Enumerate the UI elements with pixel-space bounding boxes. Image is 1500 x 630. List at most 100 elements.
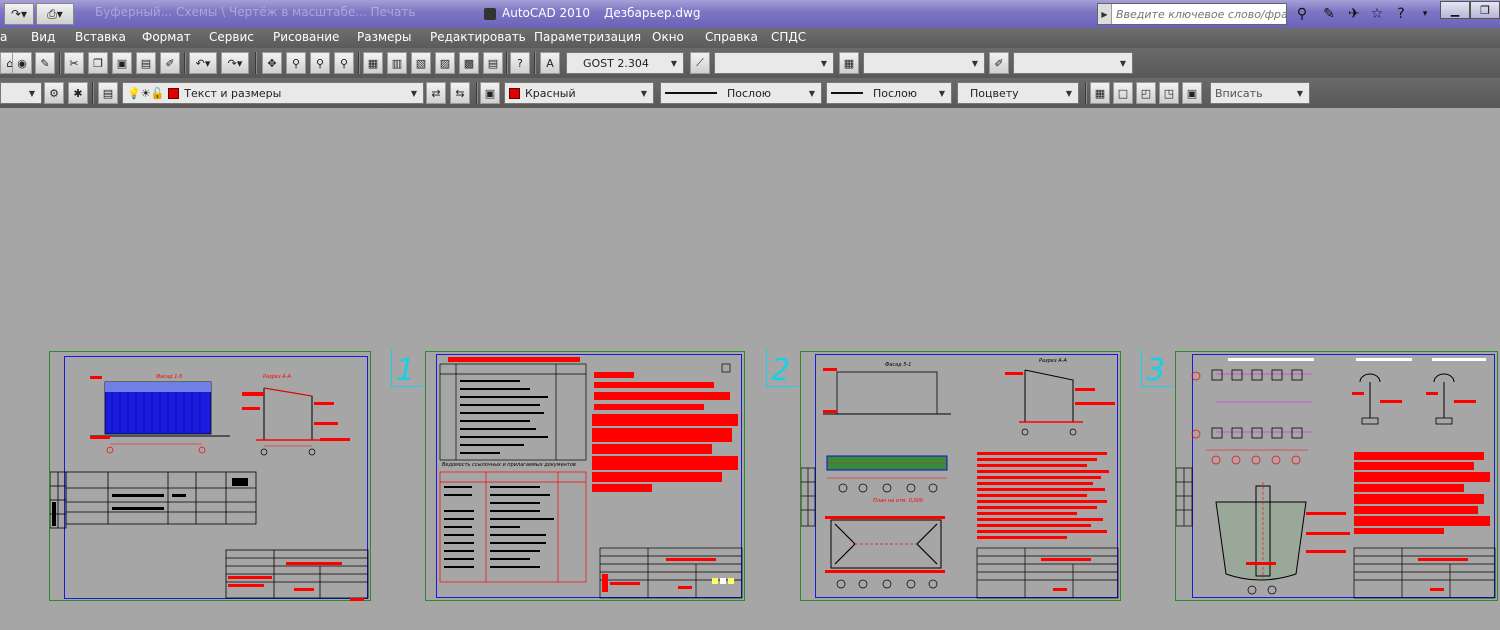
match-properties-icon[interactable]: ✐ — [160, 52, 180, 74]
sheet-0[interactable]: Фасад 1-5 Разрез A-A — [49, 351, 371, 601]
copy-icon[interactable]: ❐ — [88, 52, 108, 74]
linetype-sample — [665, 92, 717, 94]
menu-item-view[interactable]: Вид — [31, 30, 55, 44]
menu-item-file[interactable]: а — [0, 30, 7, 44]
multileader-style-select[interactable]: ▼ — [1013, 52, 1133, 74]
single-viewport-icon[interactable]: □ — [1113, 82, 1133, 104]
chevron-down-icon: ▼ — [1119, 58, 1127, 68]
lineweight-select[interactable]: Послою ▼ — [826, 82, 952, 104]
settings-icon[interactable]: ✱ — [68, 82, 88, 104]
dim-style-icon[interactable]: ⟋ — [690, 52, 710, 74]
text-style-icon[interactable]: A — [540, 52, 560, 74]
workspace-select[interactable]: ▼ — [0, 82, 42, 104]
toolbar-separator — [506, 52, 508, 74]
design-center-icon[interactable]: ▥ — [387, 52, 407, 74]
chevron-down-icon: ▼ — [1296, 88, 1304, 98]
clip-viewport-icon[interactable]: ▣ — [1182, 82, 1202, 104]
menu-item-tools[interactable]: Сервис — [209, 30, 254, 44]
sheet-3-drawing — [1176, 358, 1496, 599]
sheet-set-icon[interactable]: ▨ — [435, 52, 455, 74]
plan-title: План на отм. 0,000 — [873, 498, 923, 504]
binoculars-icon[interactable]: ⚲ — [1291, 4, 1313, 24]
table-style-icon[interactable]: ▦ — [839, 52, 859, 74]
sheet-2[interactable]: Фасад 5-1 Разрез A-A План на отм. 0,000 — [800, 351, 1121, 601]
layers-properties-toolbar: ▼ ⚙ ✱ ▤ 💡☀🔓 Текст и размеры ▼ ⇄ ⇆ ▣ Крас… — [0, 78, 1500, 108]
sheet-3[interactable] — [1175, 351, 1498, 601]
sheet-1[interactable]: Ведомость ссылочных и прилагаемых докуме… — [425, 351, 745, 601]
sheet-1-drawing: Ведомость ссылочных и прилагаемых докуме… — [439, 357, 743, 599]
paste-special-icon[interactable]: ▤ — [136, 52, 156, 74]
menu-item-draw[interactable]: Рисование — [273, 30, 339, 44]
help-icon[interactable]: ? — [1390, 4, 1412, 24]
menu-item-dimension[interactable]: Размеры — [357, 30, 412, 44]
make-current-layer-icon[interactable]: ⇄ — [426, 82, 446, 104]
toolbar-separator — [59, 52, 61, 74]
color-icon[interactable]: ▣ — [480, 82, 500, 104]
markup-icon[interactable]: ▩ — [459, 52, 479, 74]
menu-item-format[interactable]: Формат — [142, 30, 191, 44]
menu-item-insert[interactable]: Вставка — [75, 30, 126, 44]
print-icon: ⎙▾ — [47, 6, 63, 21]
chevron-down-icon: ▼ — [410, 88, 418, 98]
search-input[interactable] — [1112, 5, 1286, 23]
chevron-down-icon: ▼ — [971, 58, 979, 68]
layer-previous-icon[interactable]: ⇆ — [450, 82, 470, 104]
object-viewport-icon[interactable]: ◳ — [1159, 82, 1179, 104]
dim-style-select[interactable]: ▼ — [714, 52, 834, 74]
facade-title: Фасад 1-5 — [156, 374, 182, 380]
pan-icon[interactable]: ✥ — [262, 52, 282, 74]
linetype-select[interactable]: Послою ▼ — [660, 82, 822, 104]
menu-item-window[interactable]: Окно — [652, 30, 684, 44]
table-style-select[interactable]: ▼ — [863, 52, 985, 74]
viewport-dialog-icon[interactable]: ▦ — [1090, 82, 1110, 104]
plot-style-select[interactable]: Поцвету ▼ — [957, 82, 1079, 104]
polygonal-viewport-icon[interactable]: ◰ — [1136, 82, 1156, 104]
publish-icon[interactable]: ◉ — [12, 52, 32, 74]
search-box: ▶ — [1097, 3, 1287, 25]
menu-item-help[interactable]: Справка — [705, 30, 758, 44]
facade-title: Фасад 5-1 — [885, 362, 911, 368]
restore-button[interactable]: ❐ — [1470, 1, 1500, 19]
menu-item-parametric[interactable]: Параметризация — [534, 30, 641, 44]
section-title: Разрез A-A — [1039, 358, 1067, 364]
paste-icon[interactable]: ▣ — [112, 52, 132, 74]
undo-icon[interactable]: ↶▾ — [189, 52, 217, 74]
linetype-value: Послою — [727, 86, 772, 100]
zoom-realtime-icon[interactable]: ⚲ — [286, 52, 306, 74]
color-select[interactable]: Красный ▼ — [504, 82, 654, 104]
print-button[interactable]: ⎙▾ — [36, 3, 74, 25]
sheet-0-drawing: Фасад 1-5 Разрез A-A — [50, 374, 369, 601]
properties-icon[interactable]: ▦ — [363, 52, 383, 74]
chevron-down-icon: ▼ — [670, 58, 678, 68]
cut-icon[interactable]: ✂ — [64, 52, 84, 74]
star-icon[interactable]: ☆ — [1366, 4, 1388, 24]
tool-palettes-icon[interactable]: ▧ — [411, 52, 431, 74]
menu-item-spds[interactable]: СПДС — [771, 30, 806, 44]
chevron-down-icon: ▼ — [640, 88, 648, 98]
toolbar-separator — [534, 52, 536, 74]
multileader-style-icon[interactable]: ✐ — [989, 52, 1009, 74]
search-expand-icon[interactable]: ▶ — [1098, 4, 1112, 24]
edit-icon[interactable]: ✎ — [35, 52, 55, 74]
window-title-faded: Буферный... Схемы \ Чертёж в масштабе...… — [95, 5, 416, 19]
help-toolbar-icon[interactable]: ? — [510, 52, 530, 74]
calculator-icon[interactable]: ▤ — [483, 52, 503, 74]
file-name: Дезбарьер.dwg — [604, 6, 701, 20]
text-style-select[interactable]: GOST 2.304 ▼ — [566, 52, 684, 74]
menu-item-modify[interactable]: Редактировать — [430, 30, 526, 44]
drawing-area[interactable]: Фасад 1-5 Разрез A-A 1 Ведомость ссылочн… — [0, 109, 1500, 630]
gear-icon[interactable]: ⚙ — [44, 82, 64, 104]
viewport-scale-select[interactable]: Вписать ▼ — [1210, 82, 1310, 104]
wrench-icon[interactable]: ✎ — [1318, 4, 1340, 24]
layer-properties-icon[interactable]: ▤ — [98, 82, 118, 104]
color-swatch — [509, 87, 520, 99]
zoom-window-icon[interactable]: ⚲ — [310, 52, 330, 74]
minimize-button[interactable]: ▁ — [1440, 1, 1470, 19]
lineweight-value: Послою — [873, 86, 918, 100]
redo-toolbar-icon[interactable]: ↷▾ — [221, 52, 249, 74]
layer-select[interactable]: 💡☀🔓 Текст и размеры ▼ — [122, 82, 424, 104]
zoom-previous-icon[interactable]: ⚲ — [334, 52, 354, 74]
satellite-icon[interactable]: ✈ — [1343, 4, 1365, 24]
redo-button[interactable]: ↷▾ — [4, 3, 34, 25]
help-dropdown-icon[interactable]: ▾ — [1414, 4, 1436, 24]
